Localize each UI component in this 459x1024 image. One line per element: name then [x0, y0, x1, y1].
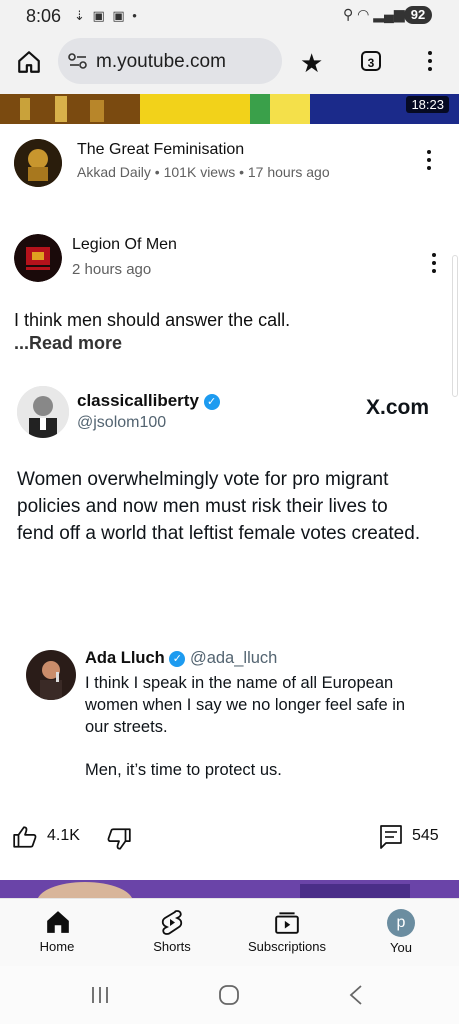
tweet-avatar-photo [17, 386, 69, 438]
video-menu-icon[interactable] [427, 150, 433, 174]
nav-home[interactable]: Home [12, 905, 102, 963]
browser-menu-icon[interactable] [428, 51, 434, 75]
like-icon[interactable] [12, 824, 38, 850]
quoted-tweet-text-1: I think I speak in the name of all Europ… [85, 674, 406, 736]
dislike-icon[interactable] [106, 826, 132, 852]
post-text: I think men should answer the call. [14, 310, 291, 330]
nav-you-label: You [390, 940, 412, 955]
video-thumbnail[interactable]: 18:23 [0, 94, 459, 124]
quoted-verified-badge-icon: ✓ [169, 650, 186, 667]
quoted-tweet-avatar-photo [26, 650, 76, 700]
notification-icons: ⇣ ▣ ▣ • [74, 8, 139, 23]
post-channel-avatar[interactable] [14, 234, 62, 282]
tweet-text: Women overwhelmingly vote for pro migran… [17, 469, 421, 544]
shorts-icon [161, 910, 183, 935]
next-video-thumbnail[interactable] [0, 880, 459, 898]
bookmark-star-icon[interactable]: ★ [300, 48, 323, 79]
status-time: 8:06 [26, 6, 62, 26]
quoted-tweet-display-name: Ada Lluch [85, 649, 165, 667]
post-image[interactable]: classicalliberty ✓ @jsolom100 X.com Wome… [0, 378, 450, 806]
tweet-display-name: classicalliberty [77, 391, 199, 410]
you-avatar: p [387, 909, 415, 937]
signal-icons: ⚲ ◠ ▂▄▆ [343, 6, 405, 22]
bottom-navigation: Home Shorts Subscriptions p You [0, 898, 459, 967]
next-thumbnail-art [0, 880, 459, 898]
nav-you[interactable]: p You [356, 905, 446, 963]
home-button-icon[interactable] [218, 984, 240, 1006]
url-text[interactable]: m.youtube.com [96, 51, 226, 73]
video-views: 101K views [163, 164, 236, 180]
scrollbar[interactable] [452, 255, 458, 397]
post-channel-name[interactable]: Legion Of Men [72, 236, 177, 254]
tab-switcher-button[interactable]: 3 [361, 51, 381, 71]
tweet-author: classicalliberty ✓ [77, 391, 220, 411]
battery-indicator: 92 [404, 6, 432, 24]
post-age: 2 hours ago [72, 261, 152, 278]
quoted-tweet-text-2: Men, it’s time to protect us. [85, 761, 282, 779]
status-bar: 8:06 ⇣ ▣ ▣ • ⚲ ◠ ▂▄▆ 92 [0, 0, 459, 32]
home-filled-icon [47, 911, 69, 933]
nav-shorts[interactable]: Shorts [127, 905, 217, 963]
post-menu-icon[interactable] [432, 253, 438, 277]
video-meta: Akkad Daily • 101K views • 17 hours ago [77, 164, 330, 180]
nav-subscriptions-label: Subscriptions [247, 939, 327, 954]
address-bar[interactable]: m.youtube.com [58, 38, 282, 84]
channel-avatar[interactable] [14, 139, 62, 187]
video-channel[interactable]: Akkad Daily [77, 164, 151, 180]
subscriptions-icon [275, 912, 299, 934]
thumbnail-art [0, 94, 459, 124]
channel-avatar-art [14, 139, 62, 187]
back-icon[interactable] [348, 984, 364, 1006]
comment-count: 545 [412, 827, 439, 844]
site-settings-icon[interactable] [68, 52, 88, 70]
read-more-link[interactable]: ...Read more [14, 333, 122, 354]
quoted-tweet-author: Ada Lluch ✓ @ada_lluch [85, 649, 277, 668]
nav-shorts-label: Shorts [153, 939, 191, 954]
x-source-label: X.com [366, 396, 430, 419]
quoted-tweet-handle: @ada_lluch [189, 649, 278, 667]
video-duration: 18:23 [406, 96, 449, 113]
quoted-tweet-avatar [26, 650, 76, 700]
video-title[interactable]: The Great Feminisation [77, 141, 244, 159]
verified-badge-icon: ✓ [203, 393, 220, 410]
video-age: 17 hours ago [247, 164, 330, 180]
home-icon[interactable] [16, 49, 42, 75]
browser-toolbar: m.youtube.com ★ 3 [0, 32, 459, 94]
legion-logo-icon [14, 234, 62, 282]
like-count: 4.1K [47, 827, 80, 844]
recent-apps-icon[interactable] [90, 985, 110, 1005]
nav-subscriptions[interactable]: Subscriptions [242, 905, 332, 963]
tweet-avatar [17, 386, 69, 438]
nav-home-label: Home [39, 939, 75, 954]
system-navigation-bar [0, 966, 459, 1024]
comment-icon[interactable] [379, 824, 403, 850]
tweet-handle: @jsolom100 [77, 414, 167, 431]
